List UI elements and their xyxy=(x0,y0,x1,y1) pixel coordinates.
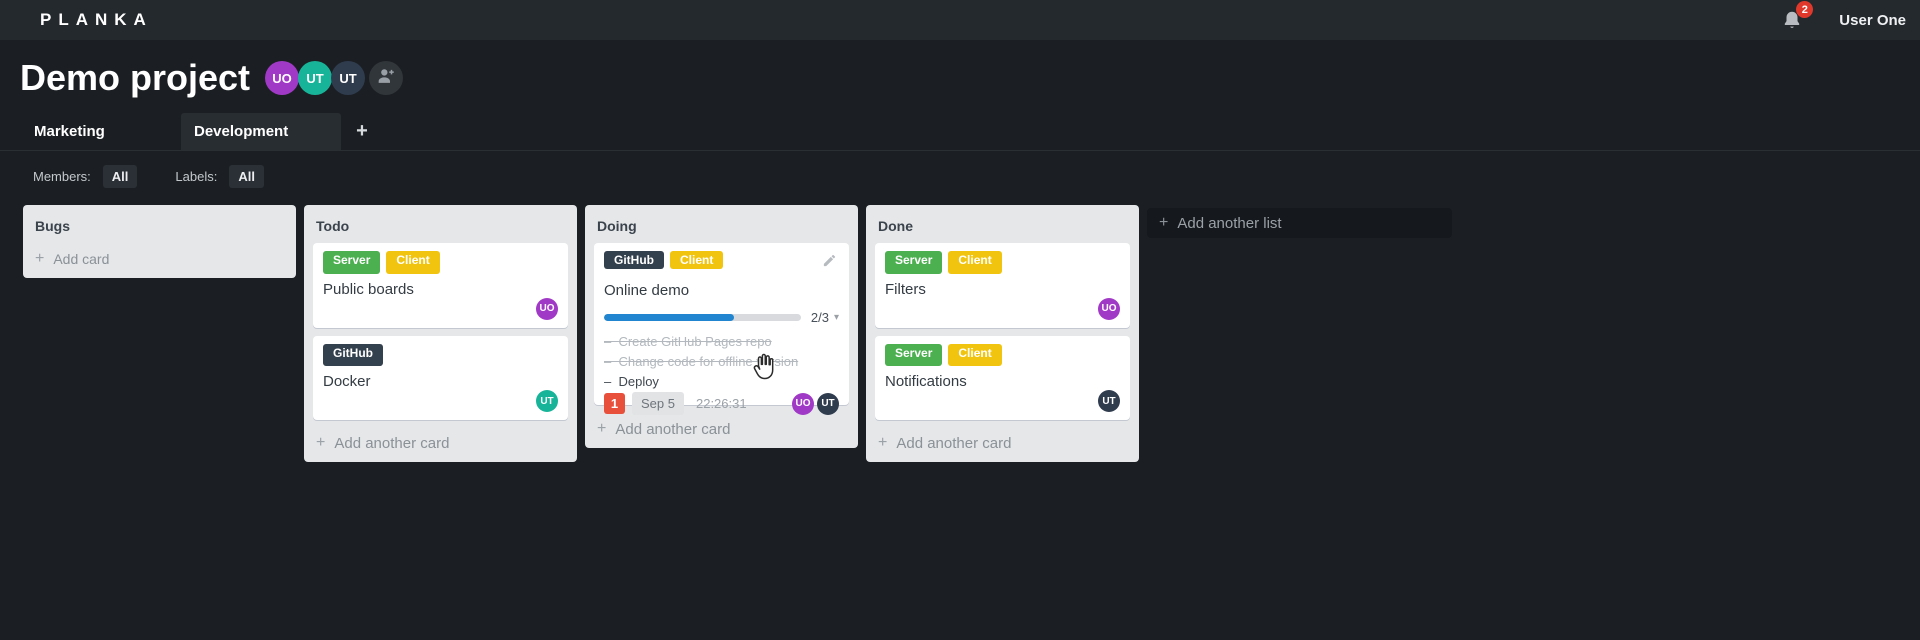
card-labels: Server Client xyxy=(885,251,1120,274)
project-members: UO UT UT xyxy=(265,61,404,95)
avatar[interactable]: UO xyxy=(536,297,558,320)
tabs-divider xyxy=(0,150,1920,151)
task-item[interactable]: Deploy xyxy=(604,372,839,392)
add-card-label: Add another card xyxy=(334,434,450,452)
list-done: Done Server Client Filters UO Server Cli… xyxy=(866,205,1139,462)
pencil-icon xyxy=(823,254,836,267)
filter-bar: Members: All Labels: All xyxy=(33,164,264,188)
add-board-button[interactable]: + xyxy=(341,113,383,150)
hand-cursor xyxy=(750,352,778,384)
avatar[interactable]: UT xyxy=(331,61,366,95)
planka-logo[interactable]: PLANKA xyxy=(40,10,153,30)
due-date-badge[interactable]: Sep 5 xyxy=(632,392,684,415)
tab-marketing[interactable]: Marketing xyxy=(21,113,181,150)
plus-icon xyxy=(597,420,606,438)
card-members: UT xyxy=(885,390,1120,412)
notification-count-badge: 2 xyxy=(1796,1,1814,18)
add-card-label: Add another card xyxy=(896,434,1012,452)
project-title[interactable]: Demo project xyxy=(20,57,250,99)
members-filter-value[interactable]: All xyxy=(102,164,138,188)
label-server[interactable]: Server xyxy=(885,251,943,274)
add-card-button[interactable]: Add card xyxy=(32,244,287,270)
card-title[interactable]: Docker xyxy=(323,373,558,390)
card-labels: GitHub xyxy=(323,343,558,366)
list-todo: Todo Server Client Public boards UO GitH… xyxy=(304,205,577,462)
card-notifications[interactable]: Server Client Notifications UT xyxy=(875,335,1130,420)
card-labels: GitHub Client xyxy=(604,251,820,269)
card-labels: Server Client xyxy=(323,251,558,274)
add-card-button[interactable]: Add another card xyxy=(594,414,849,440)
card-top-row: GitHub Client xyxy=(604,251,839,275)
top-bar: PLANKA 2 User One xyxy=(0,0,1920,40)
kanban-board: Bugs Add card Todo Server Client Public … xyxy=(23,205,1452,462)
topbar-right: 2 User One xyxy=(1781,0,1906,40)
add-list-label: Add another list xyxy=(1177,214,1282,232)
add-user-icon xyxy=(376,66,396,91)
avatar[interactable]: UT xyxy=(817,392,839,415)
card-members: UO xyxy=(323,297,558,320)
avatar[interactable]: UO xyxy=(792,392,814,415)
card-public-boards[interactable]: Server Client Public boards UO xyxy=(313,243,568,328)
plus-icon xyxy=(316,434,325,452)
tab-development[interactable]: Development xyxy=(181,113,341,150)
add-member-button[interactable] xyxy=(369,61,404,95)
chevron-down-icon[interactable]: ▾ xyxy=(834,312,839,323)
avatar[interactable]: UO xyxy=(1098,297,1120,320)
card-title[interactable]: Notifications xyxy=(885,373,1120,390)
progress-label: 2/3 xyxy=(810,310,829,325)
list-title[interactable]: Bugs xyxy=(32,213,287,243)
plus-icon xyxy=(35,250,44,268)
progress-fill xyxy=(604,314,734,321)
avatar[interactable]: UT xyxy=(298,61,333,95)
progress-bar xyxy=(604,314,801,321)
label-client[interactable]: Client xyxy=(948,343,1002,366)
card-title[interactable]: Public boards xyxy=(323,281,558,298)
card-meta-row: 1 Sep 5 22:26:31 UO UT xyxy=(604,392,839,415)
label-github[interactable]: GitHub xyxy=(604,251,664,269)
plus-icon xyxy=(1159,214,1168,232)
avatar[interactable]: UT xyxy=(1098,390,1120,412)
labels-filter-value[interactable]: All xyxy=(229,164,264,188)
card-members: UO xyxy=(885,297,1120,320)
task-item[interactable]: Change code for offline version xyxy=(604,352,839,372)
labels-filter-label: Labels: xyxy=(175,168,218,184)
list-title[interactable]: Todo xyxy=(313,213,568,243)
notifications-button[interactable]: 2 xyxy=(1781,1,1814,31)
add-list-button[interactable]: Add another list xyxy=(1147,208,1452,238)
timer-badge[interactable]: 22:26:31 xyxy=(696,396,747,411)
card-docker[interactable]: GitHub Docker UT xyxy=(313,335,568,420)
edit-card-button[interactable] xyxy=(820,251,839,275)
label-client[interactable]: Client xyxy=(386,251,440,274)
list-title[interactable]: Doing xyxy=(594,213,849,243)
add-card-label: Add card xyxy=(53,251,110,267)
project-header: Demo project UO UT UT xyxy=(20,42,404,114)
card-title[interactable]: Online demo xyxy=(604,282,839,299)
label-github[interactable]: GitHub xyxy=(323,343,383,366)
list-title[interactable]: Done xyxy=(875,213,1130,243)
card-title[interactable]: Filters xyxy=(885,281,1120,298)
card-labels: Server Client xyxy=(885,343,1120,366)
label-client[interactable]: Client xyxy=(948,251,1002,274)
user-menu[interactable]: User One xyxy=(1839,12,1906,29)
task-list: Create GitHub Pages repo Change code for… xyxy=(604,332,839,392)
list-doing: Doing GitHub Client Online demo 2/3 ▾ – … xyxy=(585,205,858,448)
card-members: UT xyxy=(323,390,558,412)
add-card-button[interactable]: Add another card xyxy=(875,428,1130,454)
plus-icon xyxy=(878,434,887,452)
board-tabs: Marketing Development + xyxy=(21,113,383,150)
card-filters[interactable]: Server Client Filters UO xyxy=(875,243,1130,328)
task-progress: 2/3 ▾ xyxy=(604,310,839,325)
add-card-label: Add another card xyxy=(615,420,731,438)
members-filter-label: Members: xyxy=(33,168,91,184)
avatar[interactable]: UO xyxy=(265,61,300,95)
avatar[interactable]: UT xyxy=(536,390,558,412)
label-server[interactable]: Server xyxy=(323,251,381,274)
card-online-demo[interactable]: GitHub Client Online demo 2/3 ▾ Create xyxy=(594,243,849,415)
list-bugs: Bugs Add card xyxy=(23,205,296,278)
task-item[interactable]: Create GitHub Pages repo xyxy=(604,332,839,352)
label-client[interactable]: Client xyxy=(670,251,724,269)
add-card-button[interactable]: Add another card xyxy=(313,428,568,454)
label-server[interactable]: Server xyxy=(885,343,943,366)
notification-count-badge: 1 xyxy=(604,393,625,414)
